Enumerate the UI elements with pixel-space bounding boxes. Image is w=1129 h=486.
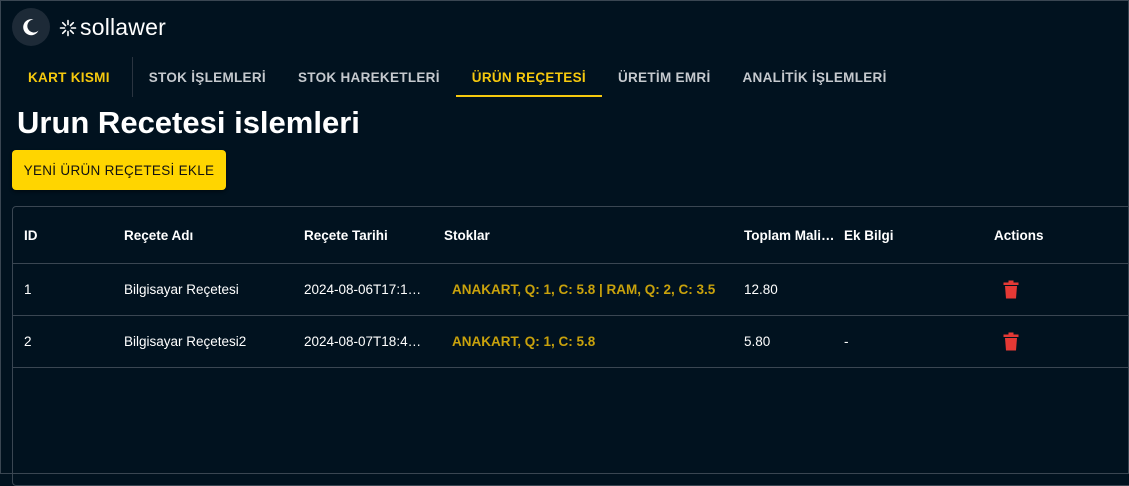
delete-icon (1003, 332, 1019, 350)
add-recipe-button[interactable]: YENİ ÜRÜN REÇETESİ EKLE (12, 150, 226, 190)
tab-analitik-islemleri[interactable]: ANALİTİK İŞLEMLERİ (727, 57, 903, 97)
sunburst-logo-icon (59, 19, 77, 36)
column-header-id[interactable]: ID (24, 207, 114, 263)
cell-actions (994, 315, 1114, 367)
main-navigation: KART KISMI STOK İŞLEMLERİ STOK HAREKETLE… (12, 57, 903, 97)
cell-extra-info (844, 263, 984, 315)
cell-extra-info: - (844, 333, 849, 349)
tab-stok-islemleri[interactable]: STOK İŞLEMLERİ (133, 57, 282, 97)
cell-stocks: ANAKART, Q: 1, C: 5.8 (452, 333, 596, 349)
page-title: Urun Recetesi islemleri (17, 105, 360, 140)
cell-recipe-date: 2024-08-07T18:4… (304, 333, 422, 349)
column-header-stocks[interactable]: Stoklar (444, 207, 744, 263)
tab-urun-recetesi[interactable]: ÜRÜN REÇETESİ (455, 57, 603, 97)
brand-name: sollawer (80, 14, 166, 40)
delete-icon (1003, 280, 1019, 298)
moon-icon (23, 19, 39, 36)
cell-id: 1 (24, 281, 32, 297)
cell-id: 2 (24, 333, 32, 349)
cell-total-cost: 5.80 (744, 333, 771, 349)
cell-recipe-date: 2024-08-06T17:1… (304, 281, 422, 297)
table-header: ID Reçete Adı Reçete Tarihi Stoklar Topl… (13, 207, 1129, 264)
theme-toggle-button[interactable] (12, 8, 50, 46)
recipe-table: ID Reçete Adı Reçete Tarihi Stoklar Topl… (12, 206, 1129, 486)
table-row[interactable]: 2 Bilgisayar Reçetesi2 2024-08-07T18:4… … (13, 315, 1129, 368)
table-row[interactable]: 1 Bilgisayar Reçetesi 2024-08-06T17:1… A… (13, 263, 1129, 316)
cell-actions (994, 263, 1114, 315)
tab-stok-hareketleri[interactable]: STOK HAREKETLERİ (282, 57, 456, 97)
cell-recipe-name: Bilgisayar Reçetesi (124, 281, 239, 297)
brand[interactable]: sollawer (59, 14, 166, 41)
cell-stocks: ANAKART, Q: 1, C: 5.8 | RAM, Q: 2, C: 3.… (452, 281, 716, 297)
top-bar: sollawer (1, 1, 1129, 57)
delete-button[interactable] (996, 274, 1026, 304)
tab-kart-kismi[interactable]: KART KISMI (12, 57, 133, 97)
column-header-actions: Actions (994, 227, 1044, 243)
cell-total-cost: 12.80 (744, 281, 778, 297)
cell-recipe-name: Bilgisayar Reçetesi2 (124, 333, 247, 349)
column-header-recipe-date[interactable]: Reçete Tarihi (304, 207, 428, 263)
tab-uretim-emri[interactable]: ÜRETİM EMRİ (602, 57, 727, 97)
delete-button[interactable] (996, 326, 1026, 356)
column-header-total-cost[interactable]: Toplam Mali… (744, 207, 834, 263)
column-header-recipe-name[interactable]: Reçete Adı (124, 207, 294, 263)
column-header-extra-info[interactable]: Ek Bilgi (844, 207, 984, 263)
